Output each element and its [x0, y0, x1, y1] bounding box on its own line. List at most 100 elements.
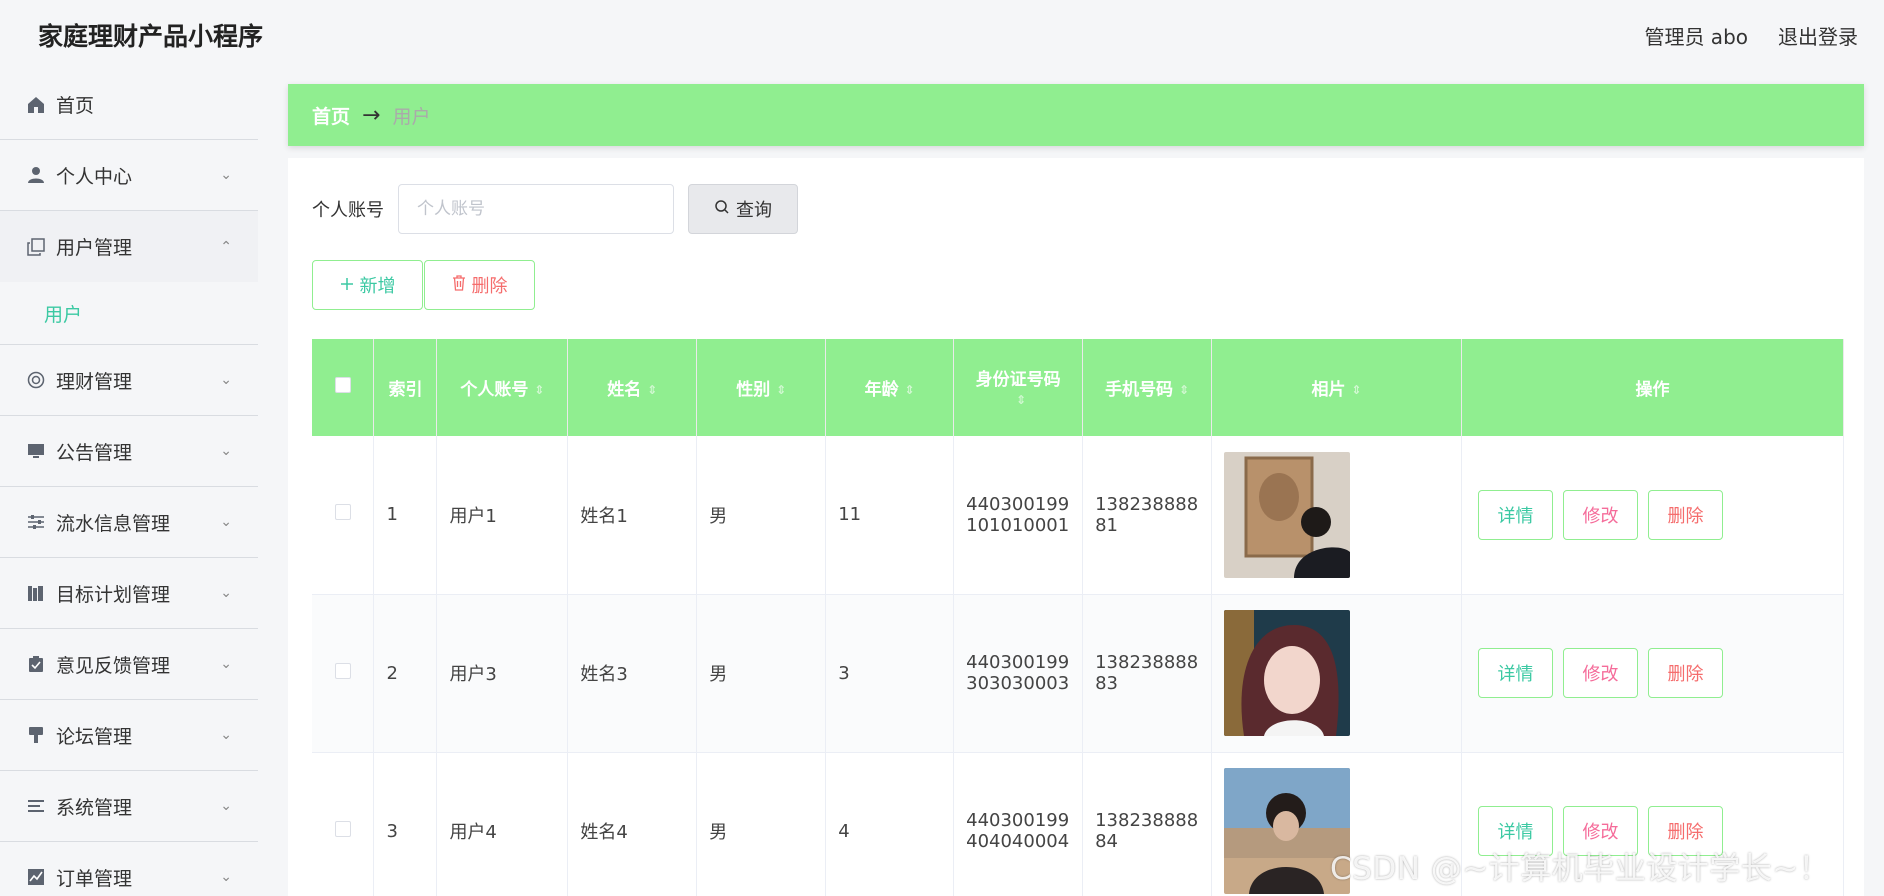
sidebar-item-label: 订单管理 [56, 867, 133, 890]
sidebar-item-home[interactable]: 首页 [0, 70, 258, 140]
delete-button[interactable]: 删除 [1648, 648, 1723, 698]
edit-button[interactable]: 修改 [1563, 489, 1638, 540]
detail-button[interactable]: 详情 [1478, 489, 1553, 540]
query-button-label: 查询 [736, 200, 772, 221]
chevron-down-icon: ⌄ [220, 656, 232, 672]
delete-button[interactable]: 删除 [1648, 489, 1723, 540]
sort-icon[interactable]: ⇕ [534, 383, 544, 397]
column-header-actions: 操作 [1461, 339, 1844, 436]
user-table: 索引 个人账号 ⇕ 姓名 ⇕ 性别 ⇕ 年龄 ⇕ 身份证号码 ⇕ 手机号码 ⇕ 相片 ⇕ 操作… [312, 339, 1844, 896]
sort-icon[interactable]: ⇕ [1179, 383, 1189, 397]
cell-id-number: 440300199 303030003 [953, 594, 1084, 753]
column-header-account[interactable]: 个人账号 ⇕ [436, 339, 569, 436]
sidebar-item-notice-management[interactable]: 公告管理 ⌄ [0, 416, 258, 487]
column-header-age[interactable]: 年龄 ⇕ [825, 339, 955, 436]
sidebar-item-label: 系统管理 [56, 796, 133, 819]
brush-icon [26, 725, 46, 745]
sort-icon[interactable]: ⇕ [905, 383, 915, 397]
sidebar-item-label: 理财管理 [56, 370, 133, 393]
select-all-checkbox[interactable] [312, 339, 375, 436]
user-photo[interactable] [1224, 451, 1351, 578]
sidebar-item-label: 公告管理 [56, 441, 133, 464]
cell-phone: 138238888 84 [1082, 752, 1213, 896]
cell-phone: 138238888 83 [1082, 594, 1213, 753]
sidebar: 首页 个人中心 ⌄ 用户管理 ⌃ 用户 理财管理 ⌄ 公告管理 ⌄ 流水信息管理… [0, 70, 258, 896]
sidebar-item-order-management[interactable]: 订单管理 ⌄ [0, 842, 258, 896]
cell-name: 姓名3 [567, 594, 698, 753]
breadcrumb: 首页 → 用户 [288, 84, 1864, 146]
cell-photo [1211, 436, 1462, 595]
sort-icon[interactable]: ⇕ [776, 383, 786, 397]
app-title: 家庭理财产品小程序 [38, 22, 264, 51]
chevron-up-icon: ⌃ [220, 238, 232, 255]
cell-account: 用户3 [436, 594, 569, 753]
cell-actions: 详情 修改 删除 [1461, 436, 1844, 595]
chevron-down-icon: ⌄ [220, 372, 232, 388]
submenu-item-user[interactable]: 用户 [0, 282, 258, 345]
sidebar-item-goal-plan-management[interactable]: 目标计划管理 ⌄ [0, 558, 258, 629]
column-header-photo[interactable]: 相片 ⇕ [1211, 339, 1462, 436]
main-panel: 个人账号 查询 新增 删除 [288, 158, 1864, 896]
search-input[interactable] [398, 184, 674, 234]
cell-name: 姓名4 [567, 752, 698, 896]
watermark: CSDN @~计算机毕业设计学长~！ [1330, 851, 1831, 887]
top-header: 家庭理财产品小程序 管理员 abo 退出登录 [0, 0, 1884, 70]
column-header-gender[interactable]: 性别 ⇕ [696, 339, 827, 436]
search-icon [714, 199, 730, 220]
sidebar-item-system-management[interactable]: 系统管理 ⌄ [0, 771, 258, 842]
chevron-down-icon: ⌄ [220, 514, 232, 530]
sidebar-item-label: 个人中心 [56, 165, 133, 188]
column-header-id-number[interactable]: 身份证号码 ⇕ [953, 339, 1084, 436]
sidebar-item-cashflow-management[interactable]: 流水信息管理 ⌄ [0, 487, 258, 558]
home-icon [26, 95, 46, 115]
cell-phone: 138238888 81 [1082, 436, 1213, 595]
row-checkbox[interactable] [312, 436, 375, 595]
cell-age: 11 [825, 436, 955, 595]
chevron-down-icon: ⌄ [220, 798, 232, 814]
cell-account: 用户4 [436, 752, 569, 896]
cell-index: 2 [373, 594, 438, 753]
column-header-phone[interactable]: 手机号码 ⇕ [1082, 339, 1213, 436]
table-row: 1 用户1 姓名1 男 11 440300199 101010001 138238… [312, 436, 1844, 595]
add-button[interactable]: 新增 [312, 260, 423, 310]
header-right: 管理员 abo 退出登录 [1644, 21, 1858, 50]
chevron-down-icon: ⌄ [220, 869, 232, 885]
arrow-right-icon: → [362, 102, 381, 128]
plus-icon [340, 275, 354, 296]
user-photo[interactable] [1224, 610, 1351, 736]
cell-age: 4 [825, 752, 955, 896]
edit-button[interactable]: 修改 [1563, 648, 1638, 698]
add-button-label: 新增 [359, 276, 396, 297]
row-checkbox[interactable] [312, 594, 375, 753]
sidebar-item-feedback-management[interactable]: 意见反馈管理 ⌄ [0, 629, 258, 700]
chevron-down-icon: ⌄ [220, 443, 232, 459]
batch-delete-button[interactable]: 删除 [424, 260, 535, 310]
sidebar-item-label: 流水信息管理 [56, 512, 171, 535]
cell-gender: 男 [696, 752, 827, 896]
breadcrumb-home[interactable]: 首页 [312, 102, 350, 129]
sort-icon[interactable]: ⇕ [1016, 393, 1026, 407]
query-button[interactable]: 查询 [688, 184, 798, 234]
sidebar-item-finance-management[interactable]: 理财管理 ⌄ [0, 345, 258, 416]
logout-link[interactable]: 退出登录 [1778, 21, 1858, 50]
sidebar-item-user-management[interactable]: 用户管理 ⌃ [0, 211, 258, 282]
row-checkbox[interactable] [312, 752, 375, 896]
chart-icon [26, 867, 46, 887]
sidebar-item-label: 首页 [56, 95, 95, 117]
cell-id-number: 440300199 101010001 [953, 436, 1084, 595]
sort-icon[interactable]: ⇕ [1352, 383, 1362, 397]
action-buttons: 新增 删除 [312, 260, 535, 310]
sort-icon[interactable]: ⇕ [647, 383, 657, 397]
cell-photo [1211, 594, 1462, 753]
monitor-icon [26, 441, 46, 461]
cell-gender: 男 [696, 436, 827, 595]
chevron-down-icon: ⌄ [220, 727, 232, 743]
list-icon [26, 796, 46, 816]
column-header-index: 索引 [373, 339, 438, 436]
sidebar-item-personal-center[interactable]: 个人中心 ⌄ [0, 140, 258, 211]
chevron-down-icon: ⌄ [220, 585, 232, 601]
sidebar-item-forum-management[interactable]: 论坛管理 ⌄ [0, 700, 258, 771]
column-header-name[interactable]: 姓名 ⇕ [567, 339, 698, 436]
cell-name: 姓名1 [567, 436, 698, 595]
detail-button[interactable]: 详情 [1478, 648, 1553, 698]
